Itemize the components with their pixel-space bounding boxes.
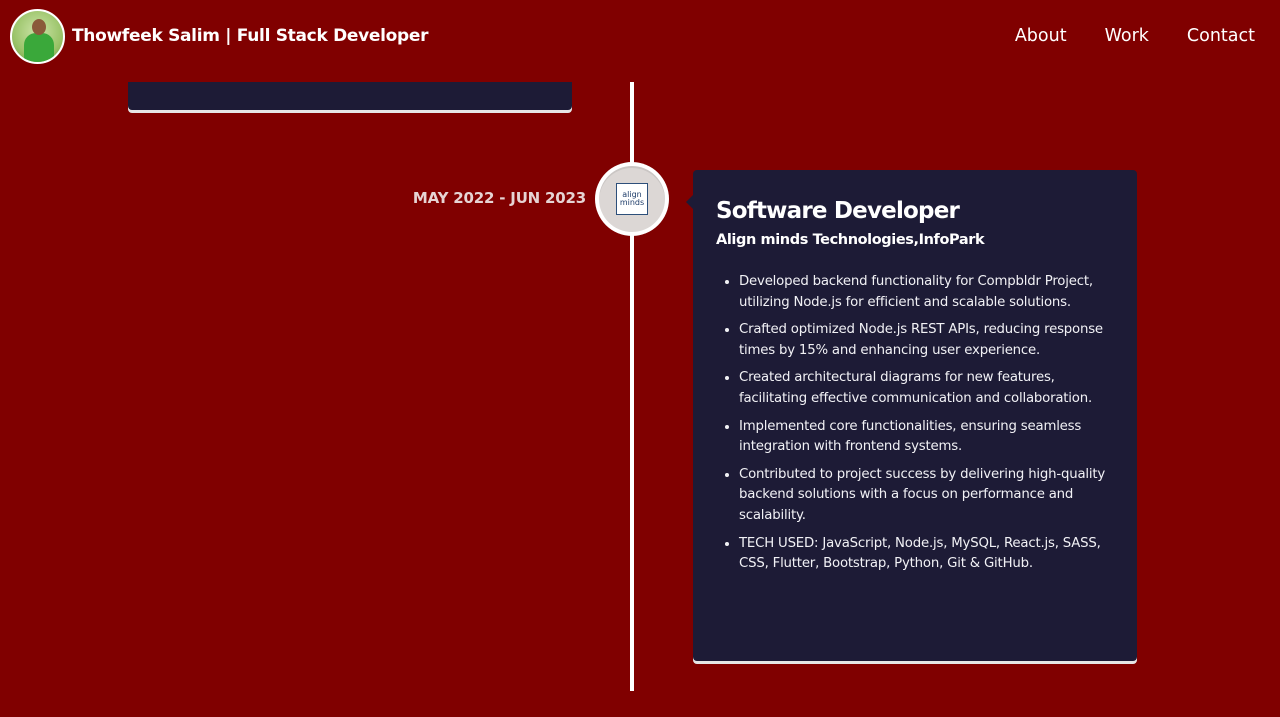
nav-link-work[interactable]: Work bbox=[1105, 26, 1149, 46]
list-item: Developed backend functionality for Comp… bbox=[739, 272, 1114, 313]
job-title: Software Developer bbox=[716, 198, 960, 224]
company-name: Align minds Technologies,InfoPark bbox=[716, 232, 985, 248]
avatar-body bbox=[24, 32, 54, 62]
experience-card: Software Developer Align minds Technolog… bbox=[686, 170, 1137, 661]
list-item: TECH USED: JavaScript, Node.js, MySQL, R… bbox=[739, 534, 1114, 575]
avatar[interactable] bbox=[10, 8, 65, 64]
list-item: Created architectural diagrams for new f… bbox=[739, 368, 1114, 409]
brand-name[interactable]: Thowfeek Salim | Full Stack Developer bbox=[72, 26, 429, 46]
previous-experience-card bbox=[128, 82, 572, 110]
list-item: Implemented core functionalities, ensuri… bbox=[739, 417, 1114, 458]
nav-links: About Work Contact bbox=[1015, 26, 1255, 46]
align-minds-logo: align minds bbox=[616, 183, 648, 215]
responsibilities-list: Developed backend functionality for Comp… bbox=[716, 272, 1114, 575]
experience-date: MAY 2022 - JUN 2023 bbox=[412, 189, 586, 207]
list-item: Crafted optimized Node.js REST APIs, red… bbox=[739, 320, 1114, 361]
card-arrow bbox=[686, 195, 693, 209]
logo-text-line2: minds bbox=[619, 198, 645, 207]
avatar-head bbox=[32, 18, 46, 35]
list-item: Contributed to project success by delive… bbox=[739, 465, 1114, 527]
nav-link-about[interactable]: About bbox=[1015, 26, 1067, 46]
brand[interactable]: Thowfeek Salim | Full Stack Developer bbox=[10, 8, 429, 64]
nav-link-contact[interactable]: Contact bbox=[1187, 26, 1255, 46]
company-logo-icon: align minds bbox=[599, 166, 665, 232]
navbar: Thowfeek Salim | Full Stack Developer Ab… bbox=[0, 0, 1280, 72]
